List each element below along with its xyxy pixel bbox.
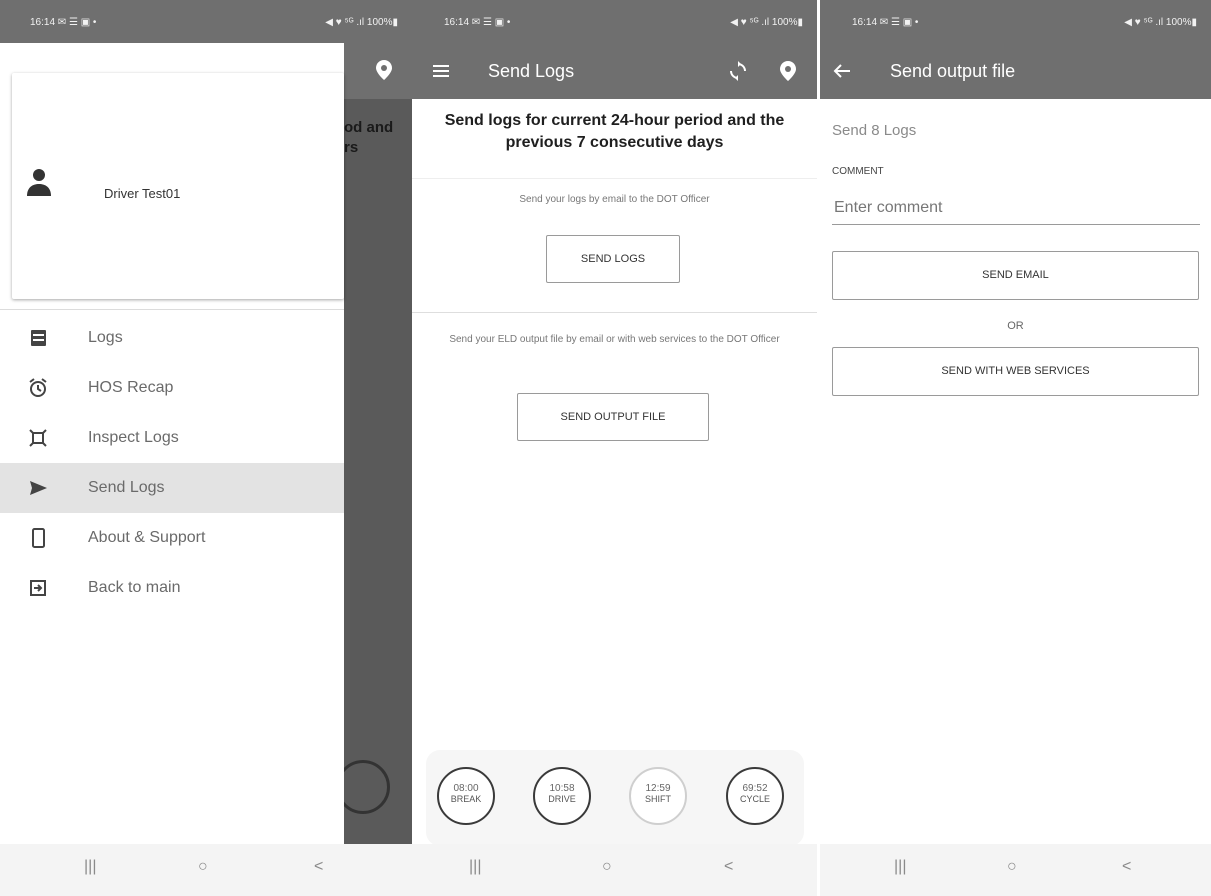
timer-shift[interactable]: 12:59 SHIFT bbox=[629, 767, 687, 825]
comment-label: COMMENT bbox=[832, 166, 884, 177]
menu-item-about-support[interactable]: About & Support bbox=[0, 513, 344, 563]
menu-item-hos-recap[interactable]: HOS Recap bbox=[0, 363, 344, 413]
status-icons: ◀ ♥ ⁵ᴳ .ıl 100%▮ bbox=[325, 17, 398, 28]
hamburger-menu-icon[interactable] bbox=[430, 59, 454, 83]
menu-item-back-to-main[interactable]: Back to main bbox=[0, 563, 344, 613]
email-logs-description: Send your logs by email to the DOT Offic… bbox=[519, 194, 710, 205]
background-timer-circle bbox=[336, 760, 390, 814]
back-arrow-icon[interactable] bbox=[830, 59, 854, 83]
send-logs-button[interactable]: SEND LOGS bbox=[546, 235, 680, 283]
status-time: 16:14 ✉ ☰ ▣ • bbox=[852, 17, 919, 28]
location-pin-icon[interactable] bbox=[776, 59, 800, 83]
menu-item-inspect-logs[interactable]: Inspect Logs bbox=[0, 413, 344, 463]
recents-button[interactable]: ||| bbox=[894, 858, 906, 876]
menu-item-logs[interactable]: Logs bbox=[0, 313, 344, 363]
system-nav-bar: ||| ○ < bbox=[0, 844, 412, 896]
status-icons: ◀ ♥ ⁵ᴳ .ıl 100%▮ bbox=[1124, 17, 1197, 28]
navigation-drawer-screen: 16:14 ✉ ☰ ▣ • ◀ ♥ ⁵ᴳ .ıl 100%▮ od and rs… bbox=[0, 0, 412, 896]
timer-label: DRIVE bbox=[548, 794, 576, 804]
timer-cycle[interactable]: 69:52 CYCLE bbox=[726, 767, 784, 825]
send-logs-count: Send 8 Logs bbox=[832, 122, 917, 139]
menu-label: Inspect Logs bbox=[88, 429, 179, 446]
app-bar: Send Logs bbox=[412, 43, 817, 99]
alarm-clock-icon bbox=[29, 378, 47, 397]
hos-timers: 08:00 BREAK 10:58 DRIVE 12:59 SHIFT 69:5… bbox=[426, 750, 804, 846]
timer-value: 08:00 bbox=[453, 783, 479, 794]
timer-label: CYCLE bbox=[739, 794, 770, 804]
home-button[interactable]: ○ bbox=[602, 858, 612, 876]
email-logs-card: Send your logs by email to the DOT Offic… bbox=[412, 178, 817, 313]
phone-icon bbox=[32, 528, 45, 548]
timer-value: 10:58 bbox=[549, 783, 575, 794]
app-bar: Send output file bbox=[820, 43, 1211, 99]
back-button[interactable]: < bbox=[724, 858, 733, 876]
send-icon bbox=[30, 481, 47, 495]
app-bar-title: Send Logs bbox=[488, 61, 575, 81]
send-logs-heading: Send logs for current 24-hour period and… bbox=[444, 112, 785, 151]
status-bar: 16:14 ✉ ☰ ▣ • ◀ ♥ ⁵ᴳ .ıl 100%▮ bbox=[0, 0, 412, 43]
drawer-divider bbox=[0, 309, 344, 310]
back-button[interactable]: < bbox=[314, 858, 323, 876]
menu-item-send-logs[interactable]: Send Logs bbox=[0, 463, 344, 513]
menu-label: Send Logs bbox=[88, 479, 165, 496]
comment-input[interactable] bbox=[832, 192, 1200, 225]
home-button[interactable]: ○ bbox=[1007, 858, 1017, 876]
location-pin-icon bbox=[376, 60, 392, 80]
timer-break[interactable]: 08:00 BREAK bbox=[437, 767, 495, 825]
timer-label: BREAK bbox=[450, 794, 482, 804]
timer-value: 12:59 bbox=[645, 783, 671, 794]
back-button[interactable]: < bbox=[1122, 858, 1131, 876]
background-appbar bbox=[344, 43, 412, 99]
send-output-file-button[interactable]: SEND OUTPUT FILE bbox=[517, 393, 709, 441]
recents-button[interactable]: ||| bbox=[84, 858, 96, 876]
send-email-button[interactable]: SEND EMAIL bbox=[832, 251, 1199, 300]
background-heading: od and rs bbox=[344, 119, 394, 156]
output-file-description: Send your ELD output file by email or wi… bbox=[449, 334, 780, 345]
app-bar-title: Send output file bbox=[890, 61, 1016, 81]
or-divider: OR bbox=[1007, 320, 1024, 332]
timer-drive[interactable]: 10:58 DRIVE bbox=[533, 767, 591, 825]
inspect-icon bbox=[29, 429, 47, 447]
drawer-scrim[interactable] bbox=[344, 43, 412, 844]
drawer-header: Driver Test01 bbox=[12, 73, 344, 299]
timer-label: SHIFT bbox=[645, 794, 671, 804]
send-with-web-services-button[interactable]: SEND WITH WEB SERVICES bbox=[832, 347, 1199, 396]
recents-button[interactable]: ||| bbox=[469, 858, 481, 876]
send-output-file-screen: 16:14 ✉ ☰ ▣ • ◀ ♥ ⁵ᴳ .ıl 100%▮ Send outp… bbox=[820, 0, 1211, 896]
system-nav-bar: ||| ○ < bbox=[412, 844, 817, 896]
system-nav-bar: ||| ○ < bbox=[820, 844, 1211, 896]
home-button[interactable]: ○ bbox=[198, 858, 208, 876]
menu-label: HOS Recap bbox=[88, 379, 174, 396]
menu-label: Logs bbox=[88, 329, 123, 346]
logs-icon bbox=[31, 330, 46, 346]
status-time: 16:14 ✉ ☰ ▣ • bbox=[444, 17, 511, 28]
person-icon bbox=[27, 169, 51, 196]
user-name: Driver Test01 bbox=[104, 186, 181, 201]
status-bar: 16:14 ✉ ☰ ▣ • ◀ ♥ ⁵ᴳ .ıl 100%▮ bbox=[412, 0, 817, 43]
sync-icon[interactable] bbox=[726, 59, 750, 83]
drawer: Driver Test01 Logs HOS Recap Inspect Log… bbox=[0, 43, 344, 844]
menu-label: Back to main bbox=[88, 579, 181, 596]
exit-icon bbox=[30, 580, 46, 596]
status-bar: 16:14 ✉ ☰ ▣ • ◀ ♥ ⁵ᴳ .ıl 100%▮ bbox=[820, 0, 1211, 43]
timer-value: 69:52 bbox=[742, 783, 768, 794]
send-logs-screen: 16:14 ✉ ☰ ▣ • ◀ ♥ ⁵ᴳ .ıl 100%▮ Send Logs… bbox=[412, 0, 817, 896]
menu-label: About & Support bbox=[88, 529, 206, 546]
status-icons: ◀ ♥ ⁵ᴳ .ıl 100%▮ bbox=[730, 17, 803, 28]
status-time: 16:14 ✉ ☰ ▣ • bbox=[30, 17, 97, 28]
